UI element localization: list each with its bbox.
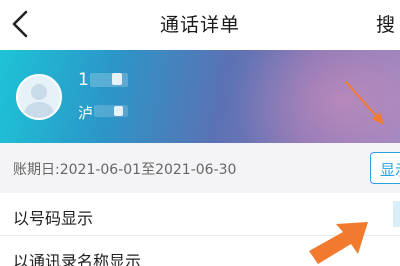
search-button[interactable]: 搜 — [376, 10, 395, 37]
redacted-subtitle-mark — [114, 106, 123, 116]
profile-banner: 1 泸 — [0, 50, 400, 143]
account-subtitle: 泸 — [78, 104, 94, 122]
menu-item-label: 以号码显示 — [13, 209, 94, 228]
menu-item-label: 以通讯录名称显示 — [13, 252, 142, 266]
redacted-phone-blur — [90, 73, 128, 87]
phone-number: 1 — [78, 70, 89, 90]
page-title: 通话详单 — [159, 14, 240, 36]
annotation-arrow-icon — [345, 81, 384, 125]
display-button-label: 显示 — [380, 161, 400, 179]
pointer-arrow-icon — [309, 222, 368, 264]
billing-period-row: 账期日:2021-06-01至2021-06-30 显示 — [0, 143, 400, 193]
avatar — [16, 74, 62, 120]
nav-bar: 通话详单 搜 — [0, 0, 400, 50]
selection-indicator — [393, 201, 400, 227]
billing-period: 账期日:2021-06-01至2021-06-30 — [13, 162, 237, 178]
display-toggle-button[interactable]: 显示 — [370, 152, 400, 184]
user-silhouette-icon — [23, 84, 55, 118]
redacted-phone-mark — [112, 73, 122, 85]
call-detail-screen: 通话详单 搜 1 泸 账期日:2021-06-01至2021-06-30 显示 … — [0, 0, 400, 266]
